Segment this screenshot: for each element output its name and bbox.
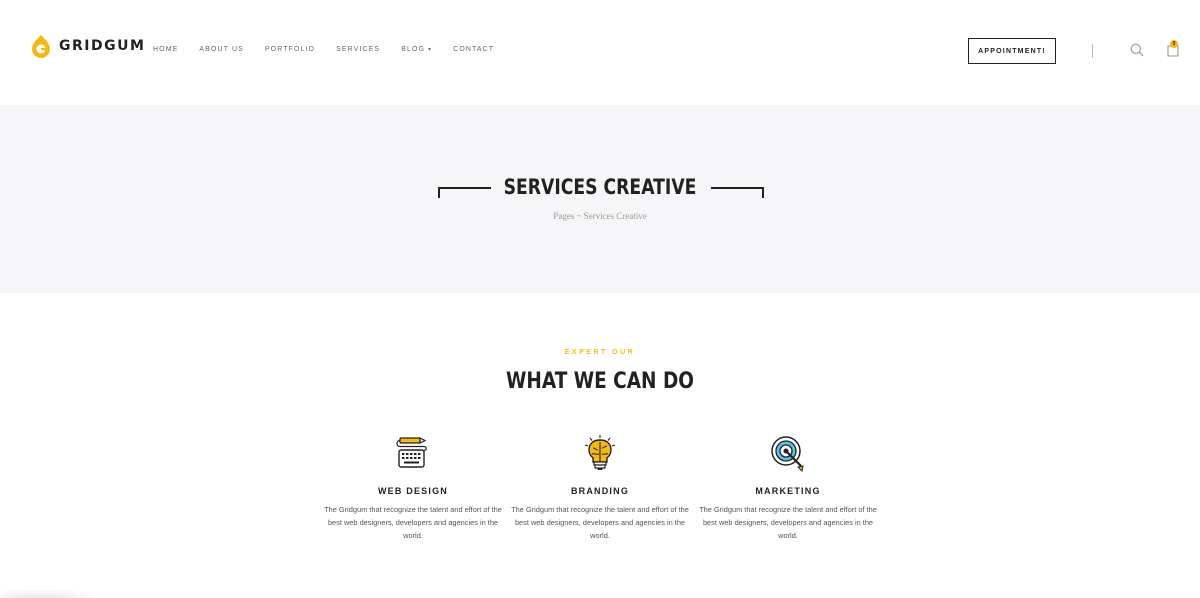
main-nav: HOME ABOUT US PORTFOLIO SERVICES BLOG ▾ C… [153, 46, 515, 53]
lightbulb-brain-icon [584, 435, 616, 470]
service-description: The Gridgum that recognize the talent an… [324, 505, 502, 540]
nav-item-label: PORTFOLIO [264, 46, 316, 53]
service-card-branding: BRANDING The Gridgum that recognize the … [511, 434, 689, 542]
header-divider [1092, 44, 1093, 58]
nav-item-contact[interactable]: CONTACT [453, 46, 494, 53]
breadcrumb: Pages ~ Services Creative [553, 211, 647, 221]
page-title: SERVICES CREATIVE [503, 175, 697, 199]
site-header: GRIDGUM HOME ABOUT US PORTFOLIO SERVICES… [0, 0, 1200, 105]
service-title: BRANDING [570, 486, 630, 496]
nav-item-label: ABOUT US [199, 46, 244, 53]
search-icon[interactable] [1130, 43, 1144, 57]
service-description: The Gridgum that recognize the talent an… [511, 505, 689, 540]
nav-item-label: HOME [153, 46, 179, 53]
cart-count-badge: 0 [1170, 40, 1178, 48]
nav-item-label: CONTACT [453, 46, 495, 53]
footer-shadow [0, 586, 120, 598]
logo-icon [32, 35, 50, 58]
service-card-marketing: MARKETING The Gridgum that recognize the… [699, 434, 877, 542]
nav-item-label: BLOG [401, 46, 426, 53]
nav-item-home[interactable]: HOME [153, 46, 178, 53]
service-card-web-design: WEB DESIGN The Gridgum that recognize th… [324, 434, 502, 542]
appointment-button[interactable]: APPOINTMENT! [968, 38, 1056, 64]
logo[interactable]: GRIDGUM [30, 34, 145, 58]
section-eyebrow: EXPERT OUR [564, 349, 636, 356]
keyboard-pencil-icon [396, 437, 427, 468]
nav-item-label: SERVICES [336, 46, 381, 53]
page-hero: SERVICES CREATIVE Pages ~ Services Creat… [0, 105, 1200, 293]
service-description: The Gridgum that recognize the talent an… [699, 505, 877, 540]
section-title: WHAT WE CAN DO [505, 369, 695, 394]
nav-item-services[interactable]: SERVICES [336, 46, 380, 53]
nav-item-portfolio[interactable]: PORTFOLIO [265, 46, 315, 53]
nav-item-blog[interactable]: BLOG ▾ [401, 46, 432, 53]
logo-text: GRIDGUM [59, 38, 146, 54]
service-title: MARKETING [755, 486, 821, 496]
nav-item-about-us[interactable]: ABOUT US [199, 46, 243, 53]
target-icon [771, 436, 804, 472]
chevron-down-icon: ▾ [428, 47, 433, 53]
service-title: WEB DESIGN [377, 486, 448, 496]
